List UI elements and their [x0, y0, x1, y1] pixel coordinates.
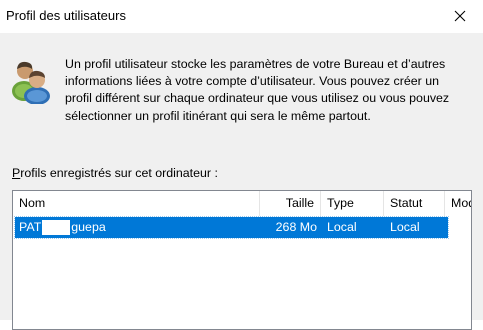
column-header-nom[interactable]: Nom: [13, 191, 260, 216]
cell-nom: PAT guepa: [19, 220, 106, 236]
redacted-area: [42, 220, 71, 236]
list-header: Nom Taille Type Statut Mod…: [13, 191, 471, 216]
column-header-statut[interactable]: Statut: [384, 191, 445, 216]
description-text: Un profil utilisateur stocke les paramèt…: [65, 57, 450, 123]
close-icon: [454, 10, 466, 21]
window-title: Profil des utilisateurs: [6, 8, 126, 23]
close-button[interactable]: [437, 0, 483, 31]
cell-taille: 268 Mo: [275, 220, 317, 234]
profiles-list-label: Profils enregistrés sur cet ordinateur :: [12, 166, 218, 180]
column-header-taille[interactable]: Taille: [260, 191, 321, 216]
profiles-list[interactable]: Nom Taille Type Statut Mod… PATguepa 268…: [12, 190, 472, 330]
cell-modifie: 18/0…: [451, 220, 471, 234]
column-header-modifie[interactable]: Mod…: [445, 191, 471, 216]
cell-type: Local: [327, 220, 357, 234]
table-row[interactable]: PATguepa 268 Mo Local Local 18/0…: [14, 216, 471, 239]
users-icon: [12, 61, 50, 104]
label-text: rofils enregistrés sur cet ordinateur :: [20, 166, 218, 180]
title-bar: Profil des utilisateurs: [0, 0, 483, 33]
user-profiles-dialog: Profil des utilisateurs Un profil utilis…: [0, 0, 483, 330]
column-header-type[interactable]: Type: [321, 191, 384, 216]
